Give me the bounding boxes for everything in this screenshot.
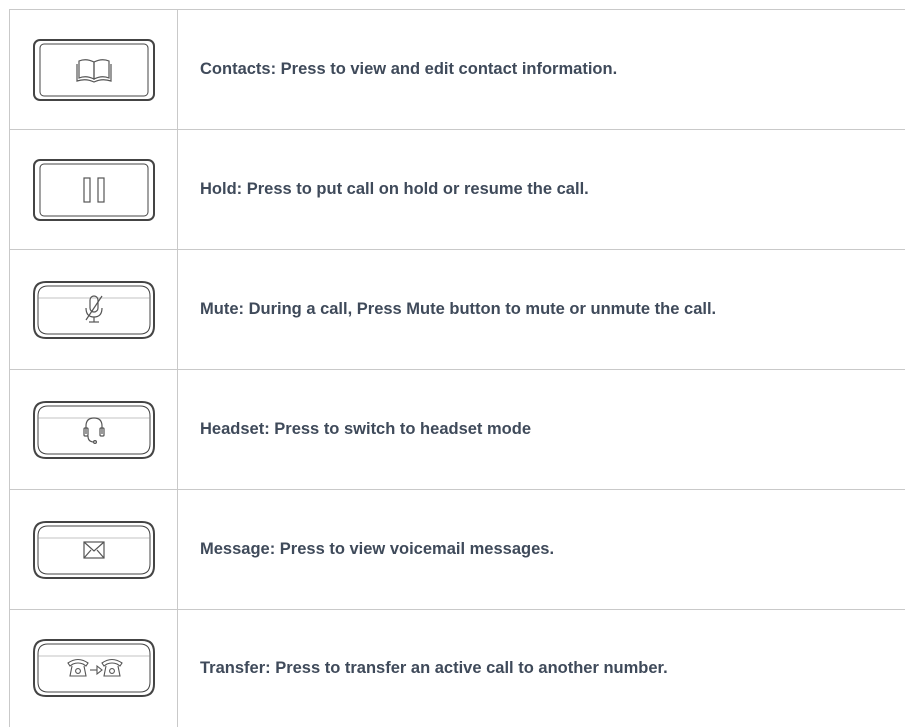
key-image-cell [9, 609, 178, 727]
key-description: Message: Press to view voicemail message… [177, 489, 905, 610]
key-image-cell [9, 369, 178, 490]
key-description: Contacts: Press to view and edit contact… [177, 9, 905, 130]
headset-key-button [32, 400, 155, 459]
table-row: Mute: During a call, Press Mute button t… [9, 249, 905, 370]
mute-key-button [32, 280, 155, 339]
key-image-cell [9, 489, 178, 610]
hold-key-button [32, 158, 155, 221]
contacts-key-button [32, 38, 155, 101]
table-row: Message: Press to view voicemail message… [9, 489, 905, 610]
key-image-cell [9, 249, 178, 370]
key-description: Headset: Press to switch to headset mode [177, 369, 905, 490]
message-key-button [32, 520, 155, 579]
table-row: Headset: Press to switch to headset mode [9, 369, 905, 490]
phone-keys-table: Contacts: Press to view and edit contact… [9, 9, 905, 727]
table-row: Contacts: Press to view and edit contact… [9, 9, 905, 130]
transfer-key-button [32, 639, 155, 698]
key-description: Mute: During a call, Press Mute button t… [177, 249, 905, 370]
table-row: Transfer: Press to transfer an active ca… [9, 609, 905, 727]
key-image-cell [9, 9, 178, 130]
key-image-cell [9, 129, 178, 250]
key-description: Hold: Press to put call on hold or resum… [177, 129, 905, 250]
table-row: Hold: Press to put call on hold or resum… [9, 129, 905, 250]
key-description: Transfer: Press to transfer an active ca… [177, 609, 905, 727]
